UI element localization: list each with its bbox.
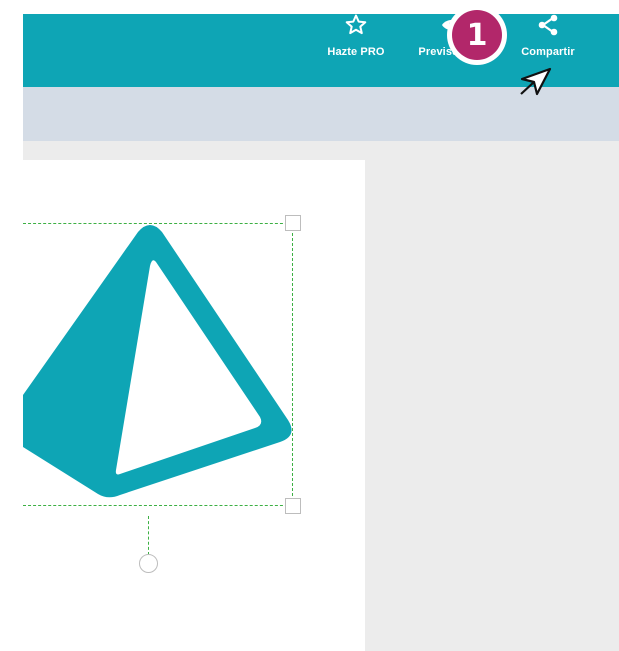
- selection-box: [23, 223, 293, 506]
- editor-app: Hazte PRO Previsualizar Compartir 1: [0, 0, 619, 651]
- resize-handle-top-right[interactable]: [285, 215, 301, 231]
- rotate-handle[interactable]: [139, 554, 158, 573]
- rotate-connector: [148, 516, 149, 555]
- mouse-pointer-icon: [520, 67, 552, 96]
- resize-handle-bottom-right[interactable]: [285, 498, 301, 514]
